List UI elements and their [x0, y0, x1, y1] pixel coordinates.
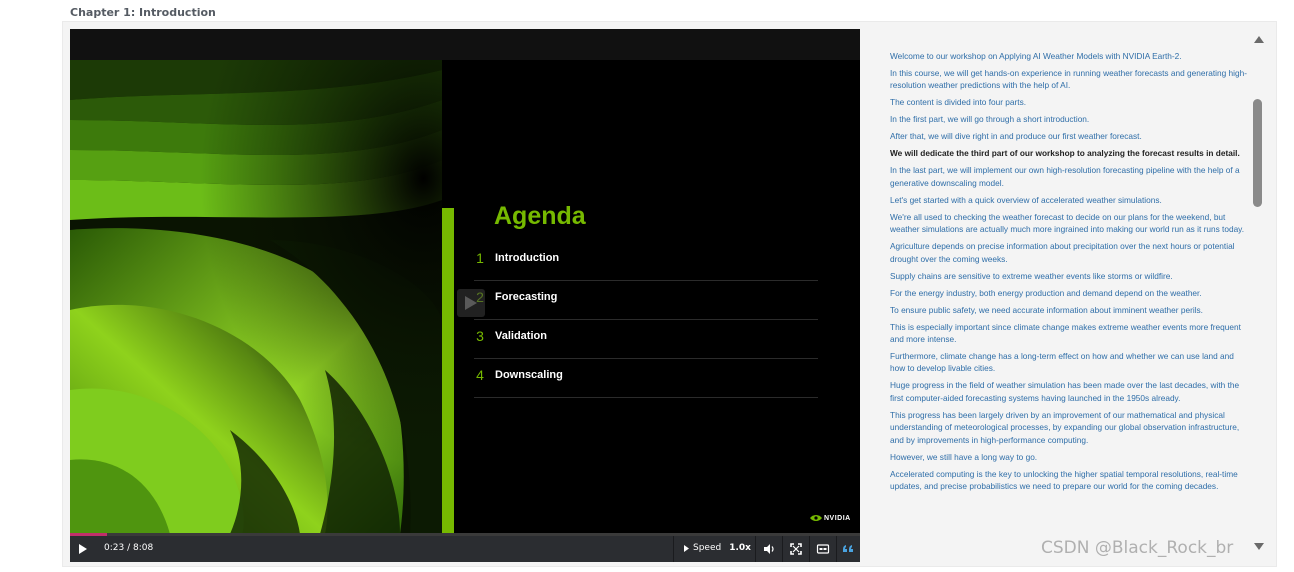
transcript-line[interactable]: Huge progress in the field of weather si…	[890, 379, 1250, 404]
play-icon	[465, 296, 477, 310]
transcript-line[interactable]: Accelerated computing is the key to unlo…	[890, 468, 1250, 493]
transcript-line[interactable]: This progress has been largely driven by…	[890, 409, 1250, 446]
nvidia-green-art	[70, 60, 442, 534]
transcript-line[interactable]: In this course, we will get hands-on exp…	[890, 67, 1250, 92]
agenda-item-label: Forecasting	[495, 291, 558, 303]
transcript-line[interactable]: Supply chains are sensitive to extreme w…	[890, 270, 1250, 282]
agenda-item-label: Downscaling	[495, 369, 563, 381]
transcript-panel[interactable]: Welcome to our workshop on Applying AI W…	[880, 50, 1250, 560]
transcript-line[interactable]: Welcome to our workshop on Applying AI W…	[890, 50, 1250, 62]
watermark: CSDN @Black_Rock_br	[1041, 538, 1234, 558]
transcript-line[interactable]: The content is divided into four parts.	[890, 96, 1250, 108]
agenda-item-number: 3	[476, 328, 484, 344]
control-divider	[755, 536, 756, 562]
agenda-item: 2 Forecasting	[474, 281, 818, 320]
transcript-quote-button[interactable]	[841, 542, 855, 556]
scroll-up-arrow-icon[interactable]	[1252, 33, 1268, 45]
transcript-line[interactable]: Let's get started with a quick overview …	[890, 194, 1250, 206]
control-divider	[836, 536, 837, 562]
control-divider	[809, 536, 810, 562]
agenda-item-label: Introduction	[495, 252, 560, 264]
transcript-line[interactable]: For the energy industry, both energy pro…	[890, 287, 1250, 299]
speed-value: 1.0x	[729, 543, 751, 553]
player-controls: 0:23 / 8:08 Speed 1.0x	[70, 536, 860, 562]
slide-title: Agenda	[494, 202, 586, 230]
nvidia-logo: NVIDIA	[810, 514, 851, 522]
agenda-item: 4 Downscaling	[474, 359, 818, 398]
control-divider	[782, 536, 783, 562]
transcript-line[interactable]: Furthermore, climate change has a long-t…	[890, 350, 1250, 375]
agenda-item: 1 Introduction	[474, 242, 818, 281]
caret-right-icon	[684, 544, 689, 552]
transcript-line[interactable]: We will dedicate the third part of our w…	[890, 147, 1250, 159]
time-display: 0:23 / 8:08	[104, 543, 154, 553]
speed-button[interactable]: Speed 1.0x	[684, 543, 751, 553]
speed-label: Speed	[693, 543, 722, 553]
agenda-item-number: 1	[476, 250, 484, 266]
nvidia-logo-text: NVIDIA	[824, 514, 851, 522]
transcript-line[interactable]: In the first part, we will go through a …	[890, 113, 1250, 125]
transcript-line[interactable]: Agriculture depends on precise informati…	[890, 240, 1250, 265]
nvidia-eye-icon	[810, 515, 822, 521]
agenda-item-number: 4	[476, 367, 484, 383]
chapter-title: Chapter 1: Introduction	[70, 6, 216, 19]
transcript-scrollbar[interactable]	[1252, 29, 1268, 562]
play-button[interactable]	[77, 543, 89, 555]
transcript-line[interactable]: We're all used to checking the weather f…	[890, 211, 1250, 236]
video-player[interactable]: Agenda 1 Introduction 2 Forecasting 3 Va…	[70, 29, 860, 562]
transcript-line[interactable]: In the last part, we will implement our …	[890, 164, 1250, 189]
transcript-line[interactable]: This is especially important since clima…	[890, 321, 1250, 346]
agenda-item: 3 Validation	[474, 320, 818, 359]
transcript-line[interactable]: However, we still have a long way to go.	[890, 451, 1250, 463]
control-divider	[673, 536, 674, 562]
video-frame[interactable]: Agenda 1 Introduction 2 Forecasting 3 Va…	[70, 60, 860, 534]
scroll-thumb[interactable]	[1253, 99, 1262, 207]
volume-button[interactable]	[762, 542, 776, 556]
transcript-line[interactable]: After that, we will dive right in and pr…	[890, 130, 1250, 142]
scroll-down-arrow-icon[interactable]	[1252, 541, 1268, 553]
slide-accent-bar	[442, 208, 454, 534]
fullscreen-button[interactable]	[789, 542, 803, 556]
play-overlay-button[interactable]	[457, 289, 485, 317]
agenda-item-label: Validation	[495, 330, 547, 342]
captions-button[interactable]	[816, 542, 830, 556]
transcript-line[interactable]: To ensure public safety, we need accurat…	[890, 304, 1250, 316]
